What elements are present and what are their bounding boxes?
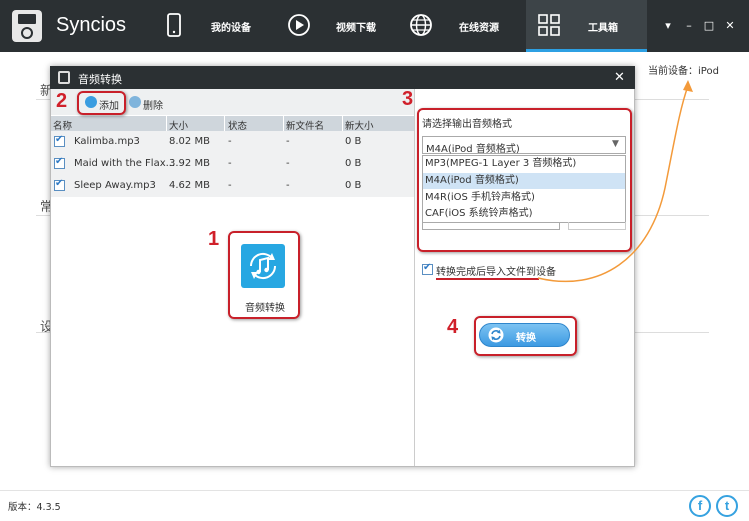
facebook-icon[interactable]: f xyxy=(689,495,711,517)
version-label: 版本：4.3.5 xyxy=(8,502,61,513)
row-status: - xyxy=(228,158,232,169)
footer-divider xyxy=(0,490,749,491)
column-header-new-size[interactable]: 新大小 xyxy=(345,118,374,132)
row-status: - xyxy=(228,136,232,147)
row-checkbox[interactable] xyxy=(54,178,65,191)
row-checkbox[interactable] xyxy=(54,156,65,169)
grid-icon[interactable] xyxy=(536,12,562,38)
column-header-size[interactable]: 大小 xyxy=(169,118,188,132)
column-header-status[interactable]: 状态 xyxy=(228,118,247,132)
maximize-icon[interactable]: □ xyxy=(702,19,716,33)
column-header-new-name[interactable]: 新文件名 xyxy=(286,118,324,132)
column-divider xyxy=(283,116,284,131)
row-status: - xyxy=(228,180,232,191)
row-new-size: 0 B xyxy=(345,158,362,169)
play-icon[interactable] xyxy=(286,12,312,38)
delete-button[interactable]: 删除 xyxy=(143,97,163,112)
twitter-icon[interactable]: t xyxy=(716,495,738,517)
row-checkbox[interactable] xyxy=(54,134,65,147)
row-new-name: - xyxy=(286,136,290,147)
row-name: Maid with the Flax... xyxy=(74,158,176,169)
annotation-step-3: 3 xyxy=(402,88,414,110)
nav-online-resources[interactable]: 在线资源 xyxy=(459,19,499,34)
nav-my-device[interactable]: 我的设备 xyxy=(211,19,251,34)
annotation-step-4: 4 xyxy=(447,316,459,338)
row-name: Sleep Away.mp3 xyxy=(74,180,156,191)
column-header-name[interactable]: 名称 xyxy=(53,118,72,132)
row-name: Kalimba.mp3 xyxy=(74,136,140,147)
annotation-box-add xyxy=(77,91,126,115)
row-new-name: - xyxy=(286,158,290,169)
phone-icon[interactable] xyxy=(161,12,187,38)
close-icon[interactable]: ✕ xyxy=(723,19,737,33)
menu-dropdown-icon[interactable]: ▾ xyxy=(661,19,675,33)
globe-icon[interactable] xyxy=(408,12,434,38)
audio-convert-icon xyxy=(58,71,70,84)
nav-toolbox[interactable]: 工具箱 xyxy=(588,19,618,34)
row-size: 8.02 MB xyxy=(169,136,210,147)
minimize-icon[interactable]: – xyxy=(682,19,696,33)
annotation-underline xyxy=(436,278,539,280)
column-divider xyxy=(342,116,343,131)
dialog-title: 音频转换 xyxy=(78,73,122,86)
row-new-size: 0 B xyxy=(345,136,362,147)
column-divider xyxy=(166,116,167,131)
annotation-box-convert-tool xyxy=(228,231,300,319)
row-size: 3.92 MB xyxy=(169,158,210,169)
row-new-name: - xyxy=(286,180,290,191)
annotation-step-2: 2 xyxy=(56,90,68,112)
current-device-label: 当前设备：iPod xyxy=(648,66,719,77)
app-title: Syncios xyxy=(56,14,127,36)
annotation-arrow xyxy=(537,80,693,283)
nav-video-download[interactable]: 视频下载 xyxy=(336,19,376,34)
import-after-convert-checkbox[interactable] xyxy=(422,262,433,275)
row-size: 4.62 MB xyxy=(169,180,210,191)
delete-icon[interactable] xyxy=(129,96,141,108)
row-new-size: 0 B xyxy=(345,180,362,191)
annotation-box-convert-button xyxy=(474,316,577,356)
annotation-step-1: 1 xyxy=(208,228,220,250)
column-divider xyxy=(224,116,225,131)
app-logo-icon xyxy=(12,10,42,42)
